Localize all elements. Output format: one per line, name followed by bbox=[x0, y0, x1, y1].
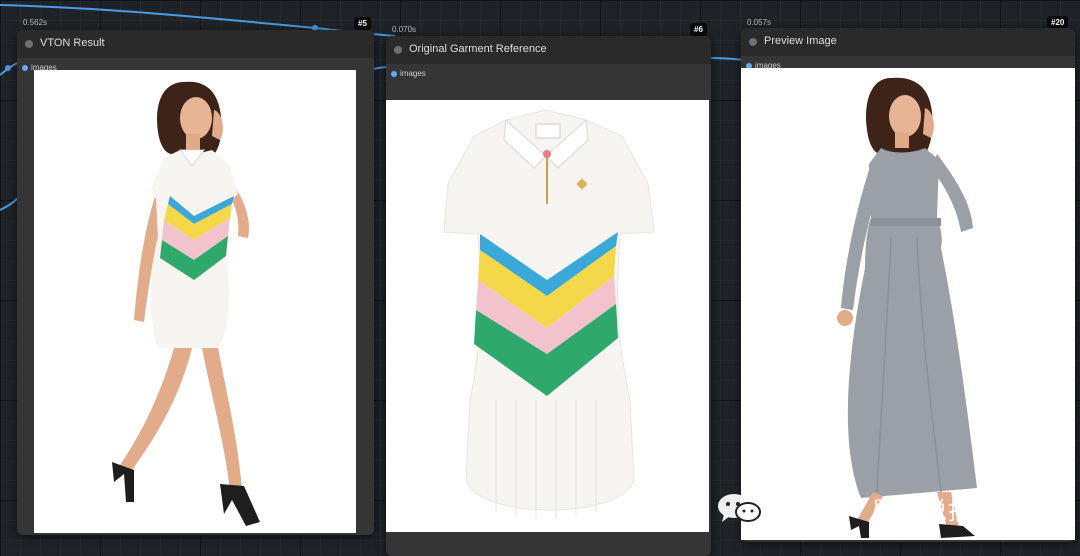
link-wire-lower[interactable] bbox=[0, 197, 19, 211]
slot-dot-icon[interactable] bbox=[22, 65, 28, 71]
node-5-id-badge: #5 bbox=[354, 17, 371, 30]
wechat-icon bbox=[718, 494, 761, 522]
node-6-title: Original Garment Reference bbox=[409, 43, 547, 55]
node-5-header[interactable]: VTON Result bbox=[17, 30, 374, 58]
node-6-id-badge: #6 bbox=[690, 23, 707, 36]
node-original-garment-reference[interactable]: Original Garment Reference images bbox=[386, 36, 711, 556]
node-6-slot-label: images bbox=[400, 69, 426, 78]
preview-illustration bbox=[837, 77, 977, 538]
node-5-title: VTON Result bbox=[40, 37, 105, 49]
node-20-timing: 0.057s bbox=[747, 18, 772, 27]
collapse-dot-icon[interactable] bbox=[749, 38, 757, 46]
preview-image[interactable] bbox=[741, 68, 1075, 540]
link-wire-left-dot[interactable] bbox=[5, 65, 11, 71]
node-6-timing: 0.070s bbox=[392, 25, 417, 34]
garment-illustration bbox=[443, 109, 655, 518]
node-vton-result[interactable]: VTON Result images bbox=[17, 30, 374, 535]
collapse-dot-icon[interactable] bbox=[25, 40, 33, 48]
node-20-header[interactable]: Preview Image bbox=[741, 28, 1075, 56]
node-20-title: Preview Image bbox=[764, 35, 837, 47]
slot-dot-icon[interactable] bbox=[391, 71, 397, 77]
node-5-timing: 0.562s bbox=[23, 18, 48, 27]
watermark: 公众号 · 壁虎说技术 bbox=[716, 492, 998, 525]
original-garment-image[interactable] bbox=[386, 100, 709, 532]
node-preview-image[interactable]: Preview Image images bbox=[741, 28, 1075, 542]
collapse-dot-icon[interactable] bbox=[394, 46, 402, 54]
node-6-header[interactable]: Original Garment Reference bbox=[386, 36, 711, 64]
vton-result-illustration bbox=[112, 81, 260, 526]
watermark-text: 公众号 · 壁虎说技术 bbox=[772, 496, 998, 525]
vton-result-image[interactable] bbox=[34, 70, 356, 533]
